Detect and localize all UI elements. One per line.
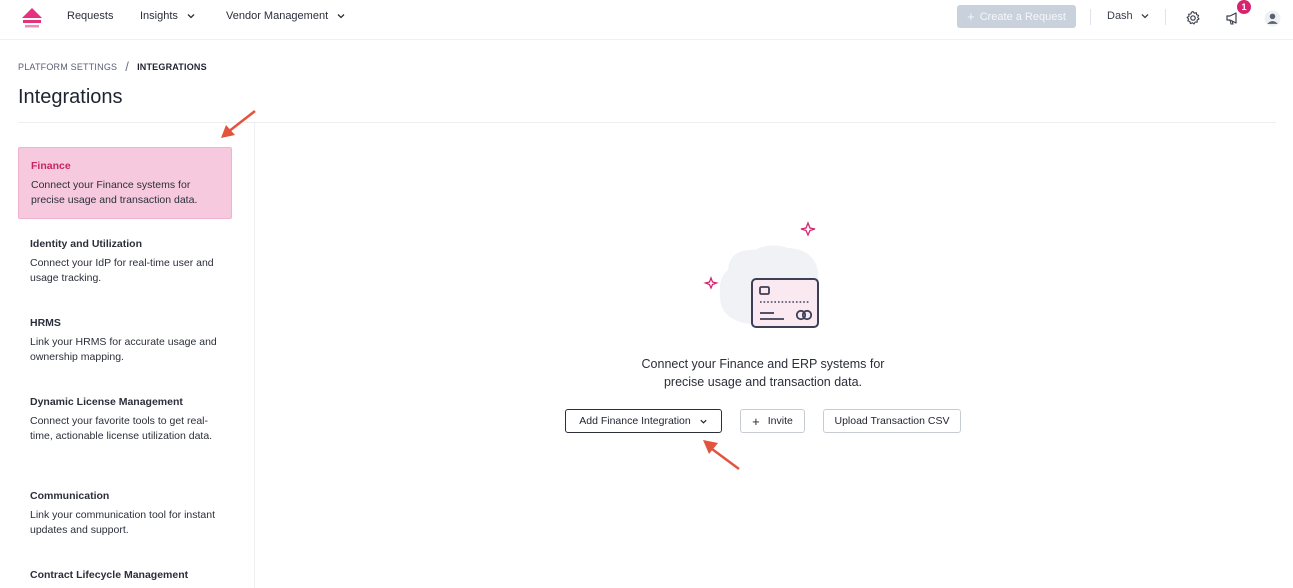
category-title: Contract Lifecycle Management xyxy=(30,569,189,581)
breadcrumb-platform-settings[interactable]: PLATFORM SETTINGS xyxy=(18,62,117,72)
chevron-down-icon xyxy=(187,14,195,19)
category-identity-utilization[interactable]: Identity and Utilization Connect your Id… xyxy=(18,226,232,298)
top-nav: Requests Insights Vendor Management + Cr… xyxy=(0,0,1293,40)
divider xyxy=(1090,9,1091,25)
nav-vendor-management[interactable]: Vendor Management xyxy=(226,10,346,22)
category-description: Connect your IdP for real-time user and … xyxy=(30,257,214,284)
category-communication[interactable]: Communication Link your communication to… xyxy=(18,478,232,550)
gear-icon[interactable] xyxy=(1185,10,1201,26)
category-dynamic-license-management[interactable]: Dynamic License Management Connect your … xyxy=(18,384,232,456)
plus-icon: + xyxy=(967,9,975,24)
breadcrumb: PLATFORM SETTINGS / INTEGRATIONS xyxy=(18,59,207,74)
create-request-button[interactable]: + Create a Request xyxy=(957,5,1076,28)
category-description: Link your HRMS for accurate usage and ow… xyxy=(30,336,217,363)
add-finance-integration-button[interactable]: Add Finance Integration xyxy=(565,409,722,433)
category-title: Dynamic License Management xyxy=(30,396,183,408)
user-icon[interactable] xyxy=(1264,10,1281,27)
category-description: Connect your Finance systems for precise… xyxy=(31,179,198,206)
nav-vendor-label: Vendor Management xyxy=(226,10,329,22)
upload-transaction-csv-label: Upload Transaction CSV xyxy=(834,415,950,427)
category-finance[interactable]: Finance Connect your Finance systems for… xyxy=(18,147,232,219)
chevron-down-icon xyxy=(1141,14,1149,19)
nav-requests-label: Requests xyxy=(67,10,114,22)
category-contract-lifecycle-management[interactable]: Contract Lifecycle Management xyxy=(18,557,232,588)
category-description: Connect your favorite tools to get real-… xyxy=(30,415,213,442)
upload-transaction-csv-button[interactable]: Upload Transaction CSV xyxy=(823,409,961,433)
credit-card-illustration xyxy=(703,221,819,328)
divider xyxy=(1165,9,1166,25)
category-title: Identity and Utilization xyxy=(30,238,142,250)
invite-button[interactable]: + Invite xyxy=(740,409,805,433)
annotation-arrow xyxy=(703,440,740,471)
category-hrms[interactable]: HRMS Link your HRMS for accurate usage a… xyxy=(18,305,232,377)
empty-state-line-2: precise usage and transaction data. xyxy=(663,375,863,389)
chevron-down-icon xyxy=(700,419,707,424)
chevron-down-icon xyxy=(337,14,345,19)
page-title: Integrations xyxy=(18,86,123,108)
logo-icon[interactable] xyxy=(20,6,44,30)
plus-icon: + xyxy=(752,413,760,429)
add-finance-integration-label: Add Finance Integration xyxy=(579,415,691,427)
nav-requests[interactable]: Requests xyxy=(67,10,113,22)
nav-insights[interactable]: Insights xyxy=(140,10,196,22)
category-title: Communication xyxy=(30,490,110,502)
empty-state-message: Connect your Finance and ERP systems for… xyxy=(612,355,914,391)
category-description: Link your communication tool for instant… xyxy=(30,509,216,536)
create-request-label: Create a Request xyxy=(979,10,1066,23)
category-title: Finance xyxy=(31,160,71,172)
breadcrumb-separator: / xyxy=(125,59,130,74)
breadcrumb-current: INTEGRATIONS xyxy=(137,61,207,72)
notification-badge: 1 xyxy=(1237,0,1251,14)
user-menu-label: Dash xyxy=(1107,10,1133,22)
empty-state-line-1: Connect your Finance and ERP systems for xyxy=(641,357,885,371)
user-menu[interactable]: Dash xyxy=(1107,10,1150,22)
nav-insights-label: Insights xyxy=(140,10,178,22)
integration-category-list: Finance Connect your Finance systems for… xyxy=(0,123,255,588)
invite-label: Invite xyxy=(767,415,793,427)
category-title: HRMS xyxy=(30,317,61,329)
